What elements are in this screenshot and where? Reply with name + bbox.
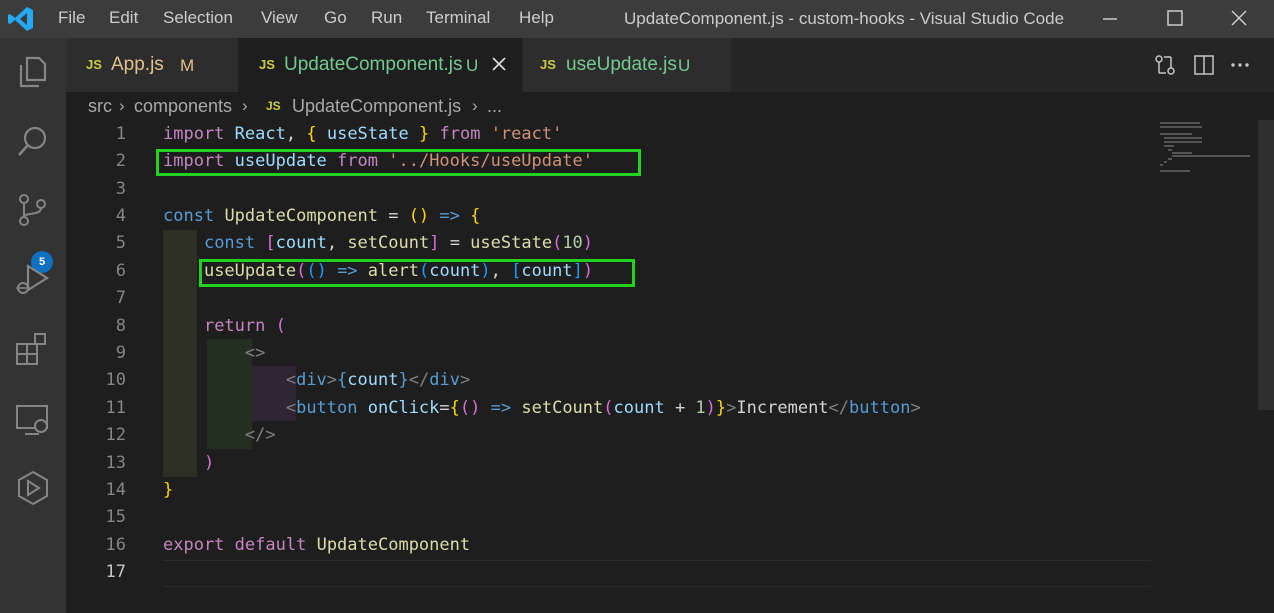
- menu-go[interactable]: Go: [324, 8, 347, 28]
- code-text: <div>{count}</div>: [285, 370, 471, 390]
- code-editor[interactable]: 1 import React, { useState } from 'react…: [66, 120, 1274, 613]
- line-number: 9: [115, 343, 126, 363]
- minimize-icon[interactable]: [1085, 0, 1135, 38]
- window-title: UpdateComponent.js - custom-hooks - Visu…: [624, 9, 1065, 28]
- menu-run[interactable]: Run: [371, 8, 402, 28]
- line-number: 17: [105, 562, 126, 582]
- menu-terminal[interactable]: Terminal: [426, 8, 490, 28]
- menu-selection[interactable]: Selection: [163, 8, 233, 28]
- highlight-box-use-update: [199, 259, 635, 287]
- vertical-scrollbar[interactable]: [1258, 120, 1274, 410]
- line-number: 15: [105, 507, 126, 527]
- line-number: 3: [115, 179, 126, 199]
- line-number: 4: [115, 206, 126, 226]
- extensions-icon[interactable]: [13, 330, 53, 370]
- tab-label: App.js: [111, 54, 164, 75]
- code-line: 11 <button onClick={() => setCount(count…: [66, 395, 1156, 422]
- close-window-icon[interactable]: [1215, 0, 1265, 38]
- code-text: ): [203, 453, 215, 473]
- line-number: 2: [115, 151, 126, 171]
- minimap[interactable]: [1154, 120, 1258, 280]
- code-line: 5 const [count, setCount] = useState(10): [66, 230, 1156, 257]
- tab-use-update-js[interactable]: JS useUpdate.js U: [523, 38, 731, 92]
- menu-help[interactable]: Help: [519, 8, 554, 28]
- code-line: 15: [66, 504, 1156, 531]
- js-file-icon: JS: [259, 57, 275, 72]
- source-control-icon[interactable]: [13, 190, 53, 230]
- deploy-icon[interactable]: [13, 468, 53, 508]
- line-number: 14: [105, 480, 126, 500]
- tab-update-component-js[interactable]: JS UpdateComponent.js U: [239, 38, 522, 92]
- breadcrumb-components[interactable]: components: [134, 96, 232, 117]
- line-number: 1: [115, 124, 126, 144]
- untracked-badge: U: [466, 56, 479, 75]
- more-actions-icon[interactable]: [1228, 53, 1252, 77]
- code-line: 4 const UpdateComponent = () => {: [66, 203, 1156, 230]
- code-line: 1 import React, { useState } from 'react…: [66, 121, 1156, 148]
- remote-explorer-icon[interactable]: [13, 400, 53, 440]
- code-line: 7: [66, 285, 1156, 312]
- line-number: 10: [105, 370, 126, 390]
- code-text: return (: [203, 316, 286, 336]
- code-line: 3: [66, 176, 1156, 203]
- code-text: const UpdateComponent = () => {: [163, 206, 481, 226]
- menu-file[interactable]: File: [58, 8, 85, 28]
- menu-view[interactable]: View: [261, 8, 298, 28]
- code-line: 13 ): [66, 450, 1156, 477]
- untracked-badge: U: [678, 56, 691, 75]
- run-debug-icon[interactable]: [13, 260, 53, 300]
- js-file-icon: JS: [86, 57, 102, 72]
- code-line: 12 </>: [66, 422, 1156, 449]
- js-file-icon: JS: [540, 57, 556, 72]
- line-number: 6: [115, 261, 126, 281]
- highlight-box-import: [156, 149, 641, 176]
- code-text: }: [163, 480, 174, 500]
- line-number: 8: [115, 316, 126, 336]
- breadcrumb-file[interactable]: UpdateComponent.js: [292, 96, 461, 117]
- code-line: 17: [66, 559, 1156, 586]
- code-line: 14 }: [66, 477, 1156, 504]
- line-number: 13: [105, 453, 126, 473]
- title-bar: File Edit Selection View Go Run Terminal…: [0, 0, 1274, 38]
- search-icon[interactable]: [13, 122, 53, 162]
- code-text: <button onClick={() => setCount(count + …: [285, 398, 921, 418]
- line-number: 16: [105, 535, 126, 555]
- js-file-icon: JS: [266, 99, 281, 113]
- line-number: 7: [115, 288, 126, 308]
- breadcrumb-src[interactable]: src: [88, 96, 112, 117]
- menu-edit[interactable]: Edit: [109, 8, 138, 28]
- line-number: 5: [115, 233, 126, 253]
- breadcrumb-more[interactable]: ...: [487, 96, 502, 117]
- code-text: const [count, setCount] = useState(10): [203, 233, 594, 253]
- breadcrumb: src › components › JS UpdateComponent.js…: [66, 92, 1274, 120]
- line-number: 11: [105, 398, 126, 418]
- split-editor-icon[interactable]: [1192, 53, 1216, 77]
- code-line: 9 <>: [66, 340, 1156, 367]
- code-line: 8 return (: [66, 313, 1156, 340]
- code-line: 10 <div>{count}</div>: [66, 367, 1156, 394]
- close-tab-icon[interactable]: [490, 55, 508, 73]
- code-text: </>: [244, 425, 276, 445]
- tab-bar: JS App.js M JS UpdateComponent.js U JS u…: [66, 38, 1274, 92]
- code-text: <>: [244, 343, 266, 363]
- activity-bar: 5: [0, 38, 66, 613]
- open-changes-icon[interactable]: [1153, 53, 1177, 77]
- modified-badge: M: [180, 56, 195, 75]
- tab-app-js[interactable]: JS App.js M: [66, 38, 238, 92]
- chevron-right-icon: ›: [242, 96, 248, 115]
- code-text: export default UpdateComponent: [163, 535, 471, 555]
- code-text: import React, { useState } from 'react': [163, 124, 563, 144]
- chevron-right-icon: ›: [119, 96, 125, 115]
- maximize-icon[interactable]: [1149, 0, 1199, 38]
- tab-label: useUpdate.js: [566, 54, 677, 75]
- vscode-logo-icon: [8, 7, 33, 31]
- code-line: 16 export default UpdateComponent: [66, 532, 1156, 559]
- chevron-right-icon: ›: [472, 96, 478, 115]
- explorer-icon[interactable]: [13, 52, 53, 92]
- line-number: 12: [105, 425, 126, 445]
- tab-label: UpdateComponent.js: [284, 54, 463, 75]
